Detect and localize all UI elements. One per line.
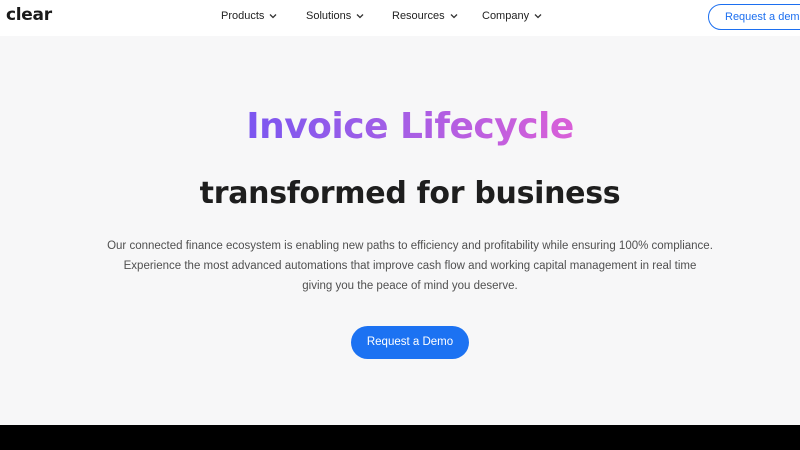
description-line: giving you the peace of mind you deserve… xyxy=(302,280,518,292)
chevron-down-icon xyxy=(534,14,542,19)
nav-item-solutions[interactable]: Solutions xyxy=(306,10,364,22)
description-line: Our connected finance ecosystem is enabl… xyxy=(107,240,713,252)
clear-logo[interactable]: clear xyxy=(6,5,52,25)
chevron-down-icon xyxy=(356,14,364,19)
nav-item-label: Products xyxy=(221,10,265,22)
chevron-down-icon xyxy=(450,14,458,19)
chevron-down-icon xyxy=(269,14,277,19)
top-navbar: clear Products Solutions Resources Compa… xyxy=(0,0,800,36)
nav-item-resources[interactable]: Resources xyxy=(392,10,458,22)
request-demo-button[interactable]: Request a Demo xyxy=(351,326,469,359)
hero-title: Invoice Lifecycle xyxy=(246,106,574,147)
nav-item-label: Resources xyxy=(392,10,445,22)
nav-item-company[interactable]: Company xyxy=(482,10,542,22)
nav-item-label: Solutions xyxy=(306,10,352,22)
nav-item-label: Company xyxy=(482,10,530,22)
hero-description: Our connected finance ecosystem is enabl… xyxy=(0,236,800,296)
hero-subtitle: transformed for business xyxy=(199,176,621,211)
description-line: Experience the most advanced automations… xyxy=(123,260,697,272)
request-demo-nav-button[interactable]: Request a demo xyxy=(708,4,800,30)
footer-bar xyxy=(0,425,800,450)
nav-item-products[interactable]: Products xyxy=(221,10,277,22)
